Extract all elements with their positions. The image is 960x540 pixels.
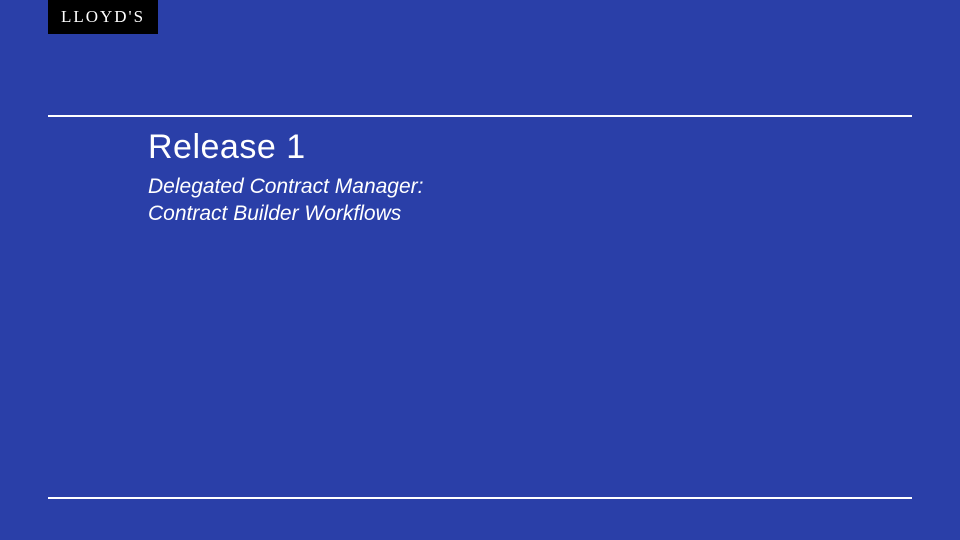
brand-logo: LLOYD'S <box>48 0 158 34</box>
slide-title: Release 1 <box>148 128 912 167</box>
subtitle-line-1: Delegated Contract Manager: <box>148 175 424 198</box>
brand-logo-text: LLOYD'S <box>61 7 145 27</box>
divider-bottom <box>48 497 912 499</box>
subtitle-line-2: Contract Builder Workflows <box>148 202 401 225</box>
slide-subtitle: Delegated Contract Manager: Contract Bui… <box>148 173 912 228</box>
divider-top <box>48 115 912 117</box>
slide-content: Release 1 Delegated Contract Manager: Co… <box>148 128 912 228</box>
